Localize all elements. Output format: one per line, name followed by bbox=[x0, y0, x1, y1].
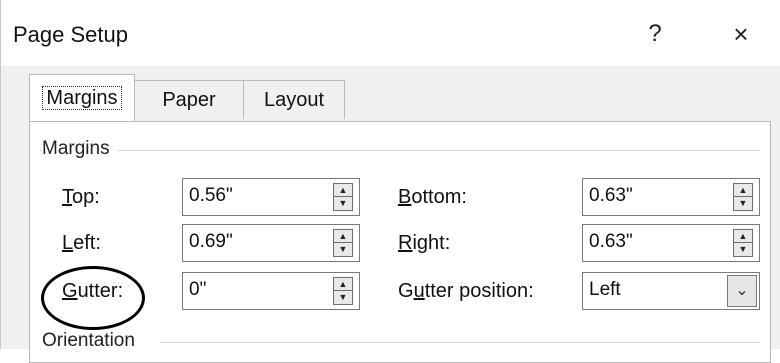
tab-margins[interactable]: Margins bbox=[29, 74, 135, 121]
margins-tab-panel: Margins Top: 0.56" ▲ ▼ Bottom: 0.63" ▲ ▼… bbox=[29, 121, 771, 363]
top-label-rest: op: bbox=[72, 186, 100, 208]
left-margin-input[interactable]: 0.69" ▲ ▼ bbox=[182, 224, 360, 262]
gutter-position-select[interactable]: Left ⌄ bbox=[582, 272, 760, 310]
left-label: Left: bbox=[62, 232, 101, 254]
gutter-value: 0" bbox=[189, 279, 207, 300]
margins-group-label: Margins bbox=[42, 138, 118, 160]
spin-down-icon[interactable]: ▼ bbox=[734, 243, 752, 255]
top-label: Top: bbox=[62, 186, 100, 208]
spin-up-icon[interactable]: ▲ bbox=[734, 230, 752, 243]
bottom-label: Bottom: bbox=[398, 186, 467, 208]
tab-margins-label: Margins bbox=[42, 86, 122, 110]
margins-group-divider bbox=[40, 150, 760, 151]
gutter-input[interactable]: 0" ▲ ▼ bbox=[182, 272, 360, 310]
right-label: Right: bbox=[398, 232, 451, 254]
tab-layout[interactable]: Layout bbox=[243, 80, 345, 119]
bottom-margin-input[interactable]: 0.63" ▲ ▼ bbox=[582, 178, 760, 216]
tab-paper-label: Paper bbox=[162, 89, 216, 111]
spin-down-icon[interactable]: ▼ bbox=[334, 243, 352, 255]
page-setup-dialog: Page Setup ? × Margins Paper Layout Marg… bbox=[0, 0, 780, 363]
right-margin-spinner[interactable]: ▲ ▼ bbox=[733, 229, 753, 257]
close-button[interactable]: × bbox=[719, 16, 763, 52]
spin-up-icon[interactable]: ▲ bbox=[334, 230, 352, 243]
spin-up-icon[interactable]: ▲ bbox=[334, 278, 352, 291]
bottom-margin-spinner[interactable]: ▲ ▼ bbox=[733, 183, 753, 211]
spin-down-icon[interactable]: ▼ bbox=[334, 291, 352, 303]
top-margin-input[interactable]: 0.56" ▲ ▼ bbox=[182, 178, 360, 216]
title-bar: Page Setup ? × bbox=[1, 0, 780, 66]
left-margin-spinner[interactable]: ▲ ▼ bbox=[333, 229, 353, 257]
right-margin-input[interactable]: 0.63" ▲ ▼ bbox=[582, 224, 760, 262]
tab-paper[interactable]: Paper bbox=[133, 80, 245, 119]
spin-up-icon[interactable]: ▲ bbox=[734, 184, 752, 197]
spin-down-icon[interactable]: ▼ bbox=[334, 197, 352, 209]
tab-layout-label: Layout bbox=[263, 89, 325, 111]
top-margin-spinner[interactable]: ▲ ▼ bbox=[333, 183, 353, 211]
spin-down-icon[interactable]: ▼ bbox=[734, 197, 752, 209]
chevron-down-icon[interactable]: ⌄ bbox=[727, 275, 757, 307]
gutter-position-value: Left bbox=[589, 279, 621, 300]
gutter-spinner[interactable]: ▲ ▼ bbox=[333, 277, 353, 305]
help-button[interactable]: ? bbox=[633, 16, 677, 52]
right-margin-value: 0.63" bbox=[589, 231, 633, 252]
left-margin-value: 0.69" bbox=[189, 231, 233, 252]
gutter-position-label: Gutter position: bbox=[398, 280, 534, 302]
spin-up-icon[interactable]: ▲ bbox=[334, 184, 352, 197]
orientation-group-divider bbox=[160, 342, 760, 343]
top-margin-value: 0.56" bbox=[189, 185, 233, 206]
tab-strip: Margins Paper Layout bbox=[29, 74, 769, 122]
window-title: Page Setup bbox=[13, 22, 128, 47]
gutter-highlight-annotation bbox=[41, 266, 145, 330]
bottom-margin-value: 0.63" bbox=[589, 185, 633, 206]
